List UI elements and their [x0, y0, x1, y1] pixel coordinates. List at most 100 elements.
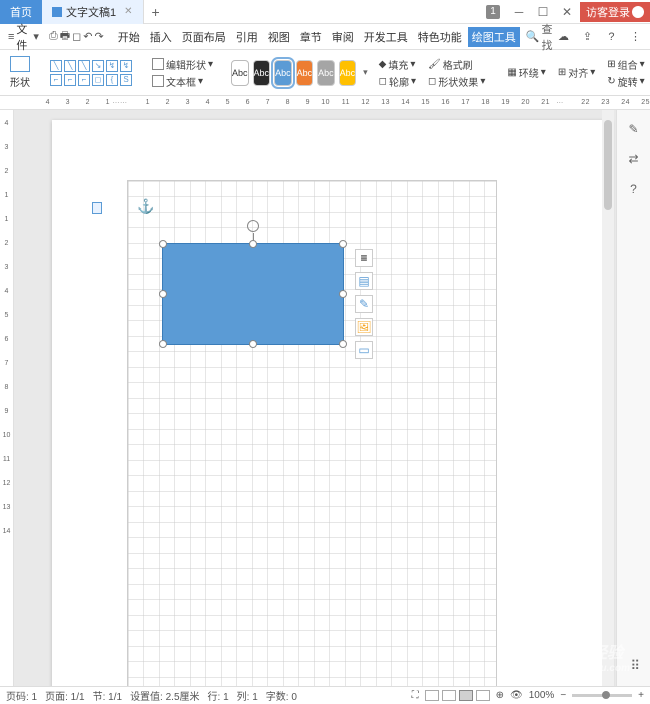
view-page-icon[interactable]	[442, 690, 456, 701]
style-preset-2[interactable]: Abc	[253, 60, 271, 86]
menubar: ≡ 文件 ▾ ⎙ 🖶 ◻ ↶ ↷ 开始 插入 页面布局 引用 视图 章节 审阅 …	[0, 24, 650, 50]
wrap-button[interactable]: ▦ 环绕 ▾	[507, 65, 545, 80]
ribbon-tab-review[interactable]: 审阅	[328, 29, 358, 45]
insert-shape-button[interactable]: 形状	[6, 56, 34, 89]
resize-handle-se[interactable]	[339, 340, 347, 348]
lines-gallery[interactable]: ╲╲╲↘↯↯ ⌐⌐⌐◻{S	[48, 58, 134, 88]
more-options-icon[interactable]: ⠿	[630, 658, 640, 674]
window-close-icon[interactable]: ✕	[556, 2, 578, 22]
hamburger-icon[interactable]: ≡	[8, 28, 14, 46]
scrollbar-thumb[interactable]	[604, 120, 612, 210]
view-mode-group	[425, 690, 490, 701]
format-brush-button[interactable]: 🖌 格式刷	[428, 57, 485, 72]
file-menu[interactable]: 文件	[16, 21, 27, 53]
float-wrap-icon[interactable]: ▤	[355, 272, 373, 290]
status-chars[interactable]: 字数: 0	[266, 688, 297, 703]
search-group[interactable]: 🔍 查找	[526, 21, 553, 53]
style-preset-1[interactable]: Abc	[231, 60, 249, 86]
float-edit-icon[interactable]: ✎	[355, 295, 373, 313]
status-section[interactable]: 节: 1/1	[93, 688, 122, 703]
view-print-icon[interactable]	[459, 690, 473, 701]
save-icon[interactable]: ⎙	[49, 28, 58, 46]
resize-handle-ne[interactable]	[339, 240, 347, 248]
zoom-knob[interactable]	[602, 691, 610, 699]
resize-handle-e[interactable]	[339, 290, 347, 298]
ribbon-tab-insert[interactable]: 插入	[146, 29, 176, 45]
settings-panel-icon[interactable]: ⇄	[625, 150, 643, 168]
cloud-icon[interactable]: ☁	[554, 28, 572, 46]
style-preset-5[interactable]: Abc	[317, 60, 335, 86]
align-button[interactable]: ⊞ 对齐 ▾	[558, 65, 595, 80]
login-label: 访客登录	[586, 4, 630, 20]
tab-close-icon[interactable]: ✕	[124, 6, 132, 17]
zoom-out-icon[interactable]: −	[560, 690, 566, 701]
eye-icon[interactable]: 👁	[510, 690, 523, 701]
zoom-value[interactable]: 100%	[529, 690, 555, 701]
status-page[interactable]: 页码: 1	[6, 688, 37, 703]
resize-handle-n[interactable]	[249, 240, 257, 248]
ribbon-tab-dev[interactable]: 开发工具	[360, 29, 412, 45]
tab-add-button[interactable]: +	[144, 4, 168, 20]
help-panel-icon[interactable]: ?	[625, 180, 643, 198]
resize-handle-w[interactable]	[159, 290, 167, 298]
fullscreen-icon[interactable]: ⛶	[412, 690, 419, 701]
ribbon-tab-start[interactable]: 开始	[114, 29, 144, 45]
group-button[interactable]: ⊞ 组合 ▾	[607, 57, 644, 72]
style-preset-4[interactable]: Abc	[296, 60, 314, 86]
view-outline-icon[interactable]	[425, 690, 439, 701]
ribbon-tab-view[interactable]: 视图	[264, 29, 294, 45]
ribbon-tab-section[interactable]: 章节	[296, 29, 326, 45]
selected-rectangle-shape[interactable]: ≡ ▤ ✎ 🖼 ▭	[162, 243, 344, 345]
outline-button[interactable]: ◻ 轮廓 ▾	[379, 74, 416, 89]
zoom-slider[interactable]	[572, 694, 632, 697]
view-web-icon[interactable]	[476, 690, 490, 701]
float-layout-icon[interactable]: ≡	[355, 249, 373, 267]
style-preset-6[interactable]: Abc	[339, 60, 357, 86]
status-row[interactable]: 行: 1	[208, 688, 229, 703]
resize-handle-s[interactable]	[249, 340, 257, 348]
shape-effect-button[interactable]: ◻ 形状效果 ▾	[428, 74, 485, 89]
ribbon: 形状 ╲╲╲↘↯↯ ⌐⌐⌐◻{S 编辑形状 ▾ 文本框 ▾ Abc Abc Ab…	[0, 50, 650, 96]
rotate-handle[interactable]	[247, 220, 259, 232]
help-icon[interactable]: ?	[602, 28, 620, 46]
globe-icon[interactable]: ⊕	[496, 690, 504, 701]
status-col[interactable]: 列: 1	[237, 688, 258, 703]
print-icon[interactable]: 🖶	[60, 28, 70, 46]
textbox-button[interactable]: 文本框 ▾	[152, 74, 213, 89]
resize-handle-sw[interactable]	[159, 340, 167, 348]
dropdown-caret-icon[interactable]: ▾	[33, 28, 39, 46]
undo-icon[interactable]: ↶	[83, 28, 92, 46]
share-icon[interactable]: ⇪	[578, 28, 596, 46]
edit-group: 编辑形状 ▾ 文本框 ▾	[148, 57, 217, 89]
pen-tool-icon[interactable]: ✎	[625, 120, 643, 138]
style-preset-3[interactable]: Abc	[274, 60, 292, 86]
tab-document[interactable]: 文字文稿1 ✕	[42, 0, 144, 24]
preview-icon[interactable]: ◻	[72, 28, 81, 46]
status-pages[interactable]: 页面: 1/1	[45, 688, 84, 703]
word-doc-icon	[52, 7, 62, 17]
fill-button[interactable]: ◆ 填充 ▾	[379, 57, 416, 72]
canvas-viewport[interactable]: ⚓ ≡ ▤ ✎ 🖼 ▭	[14, 110, 650, 686]
menubar-right: ☁ ⇪ ? ⋮ ⌃	[554, 28, 650, 46]
redo-icon[interactable]: ↷	[95, 28, 104, 46]
ribbon-tab-reference[interactable]: 引用	[232, 29, 262, 45]
notification-badge[interactable]: 1	[486, 5, 500, 19]
preset-more-icon[interactable]: ▾	[360, 67, 371, 78]
float-border-icon[interactable]: ▭	[355, 341, 373, 359]
document-page[interactable]: ⚓ ≡ ▤ ✎ 🖼 ▭	[52, 120, 612, 686]
resize-handle-nw[interactable]	[159, 240, 167, 248]
statusbar: 页码: 1 页面: 1/1 节: 1/1 设置值: 2.5厘米 行: 1 列: …	[0, 686, 650, 704]
ribbon-tab-special[interactable]: 特色功能	[414, 29, 466, 45]
more-icon[interactable]: ⋮	[626, 28, 644, 46]
window-minimize-icon[interactable]: ─	[508, 2, 530, 22]
float-image-icon[interactable]: 🖼	[355, 318, 373, 336]
edit-shape-button[interactable]: 编辑形状 ▾	[152, 57, 213, 72]
login-button[interactable]: 访客登录	[580, 2, 650, 22]
scrollbar-vertical[interactable]	[602, 110, 614, 686]
window-maximize-icon[interactable]: ☐	[532, 2, 554, 22]
zoom-in-icon[interactable]: +	[638, 690, 644, 701]
rotate-button[interactable]: ↻ 旋转 ▾	[607, 74, 644, 89]
ribbon-tab-layout[interactable]: 页面布局	[178, 29, 230, 45]
ribbon-tab-drawing[interactable]: 绘图工具	[468, 27, 520, 47]
status-setting[interactable]: 设置值: 2.5厘米	[130, 688, 199, 703]
